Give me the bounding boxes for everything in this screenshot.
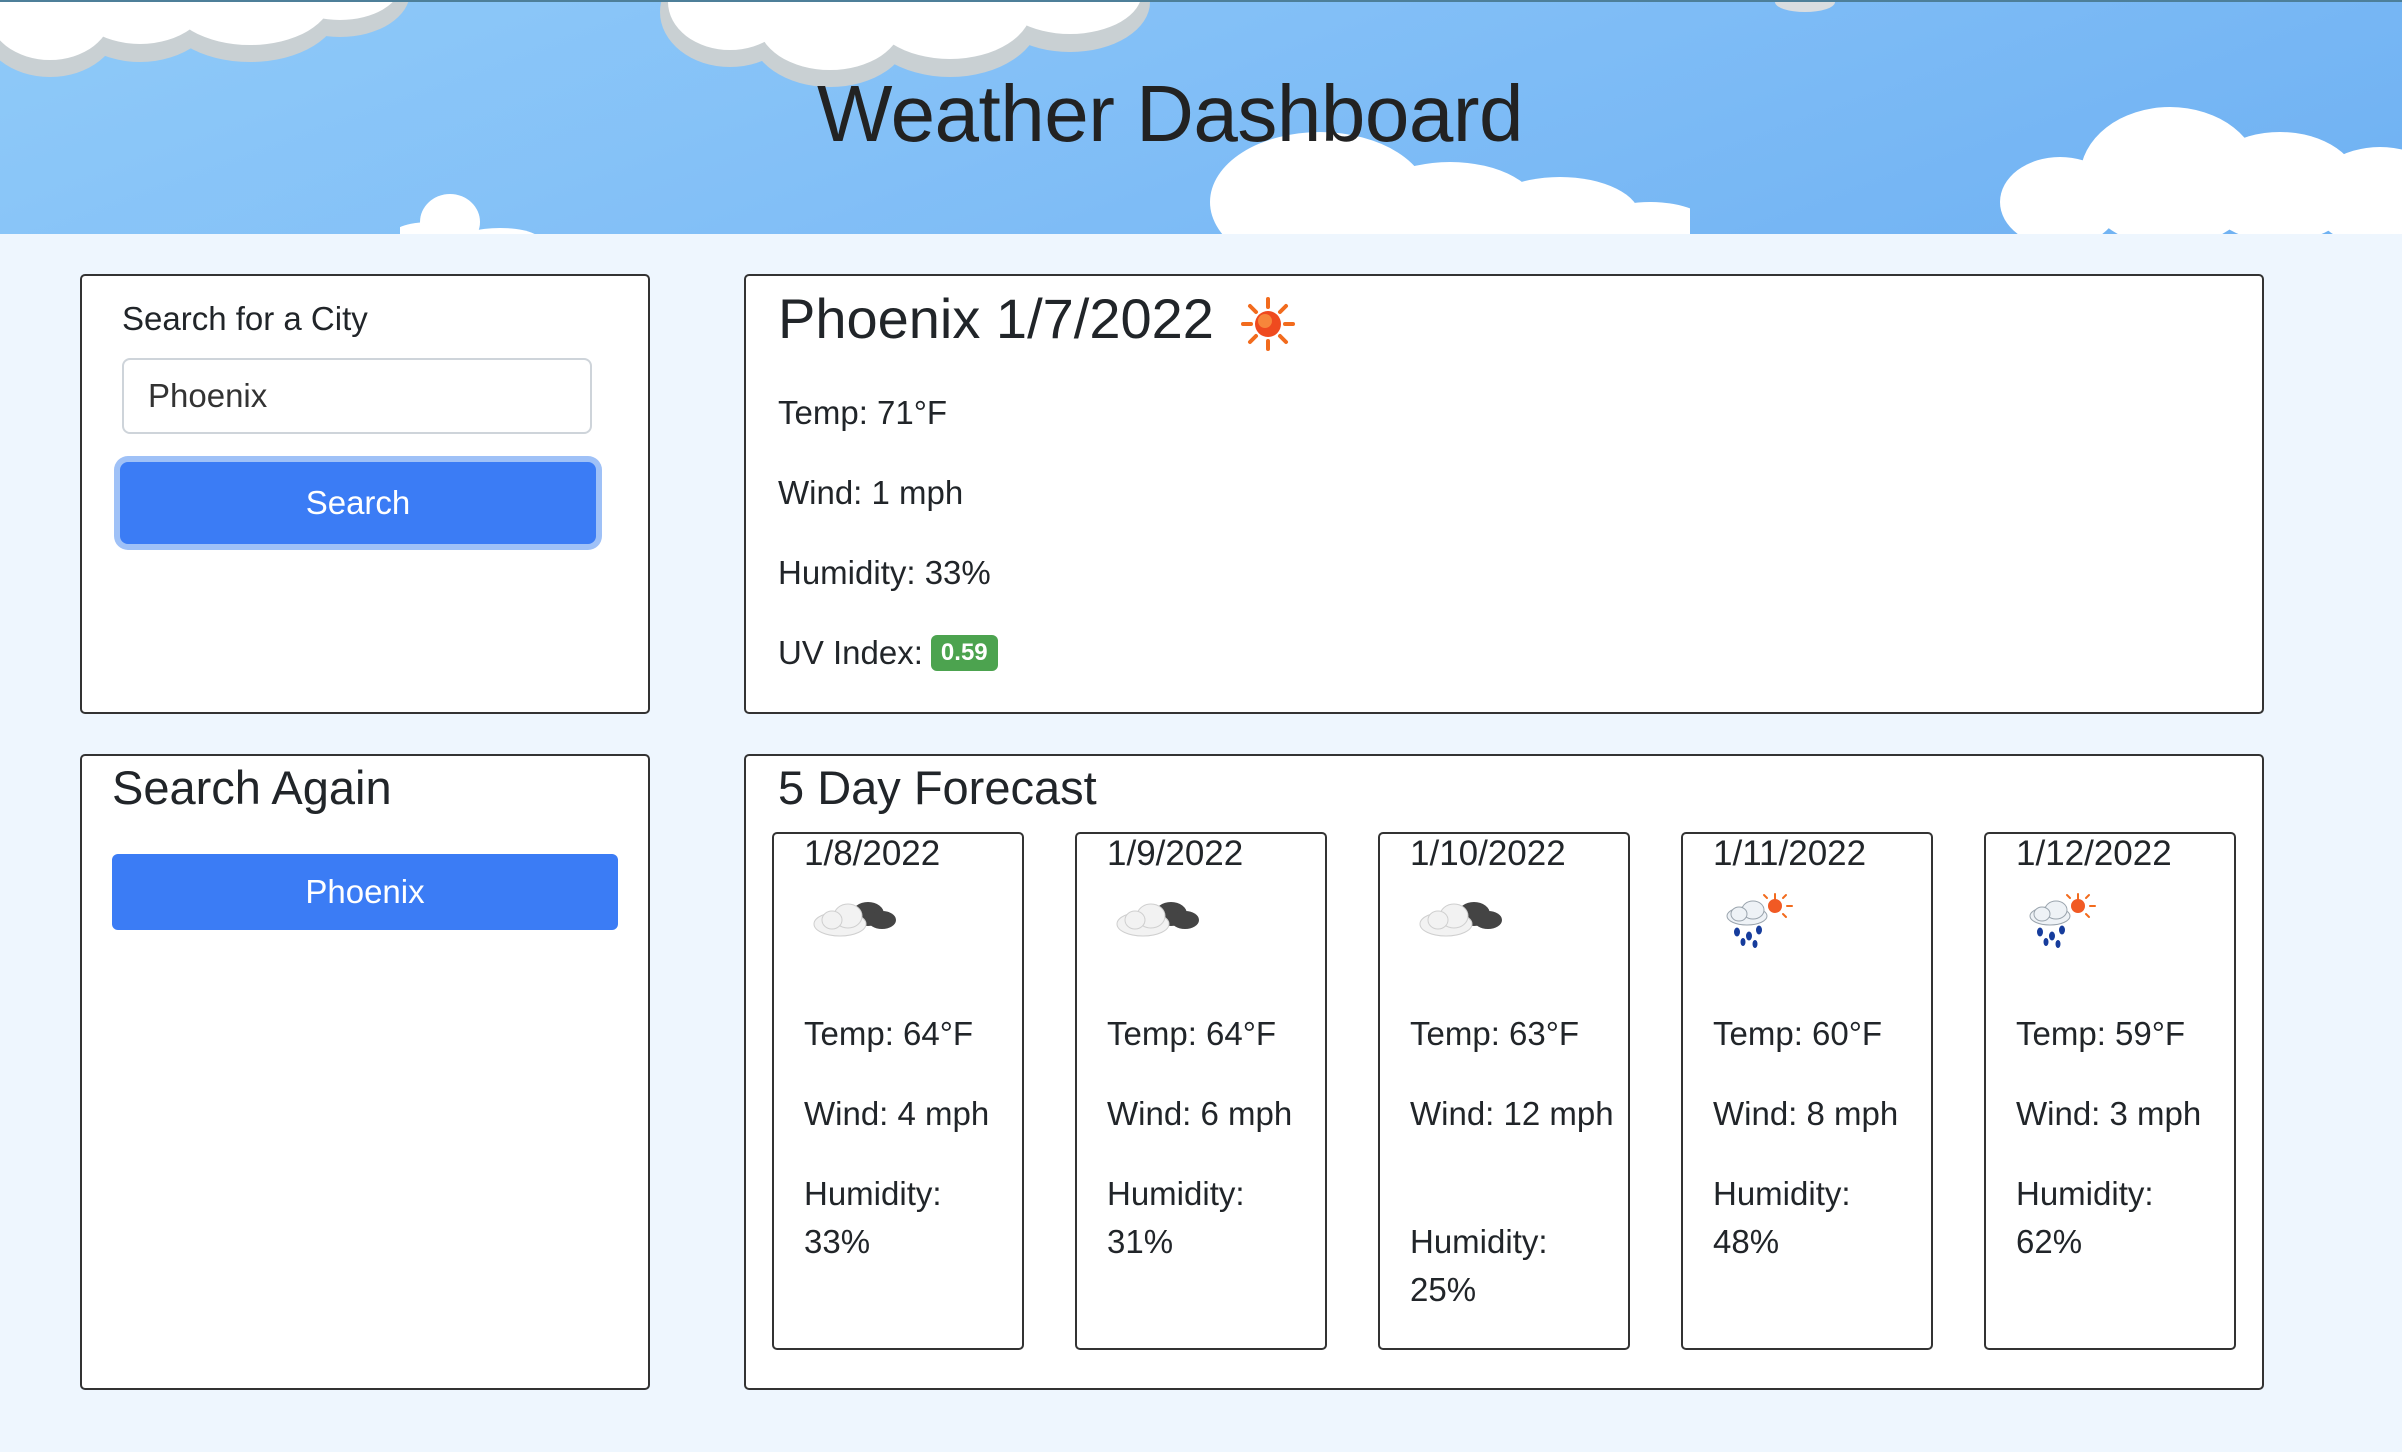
search-label: Search for a City [122,300,368,337]
forecast-humidity: Humidity: 25% [1410,1223,1548,1308]
forecast-wind: Wind: 12 mph [1410,1095,1614,1132]
forecast-wind: Wind: 8 mph [1713,1095,1899,1132]
cloudy-icon [1116,902,1199,937]
forecast-date: 1/11/2022 [1713,834,1867,873]
forecast-humidity: Humidity: 48% [1713,1175,1851,1260]
current-weather-panel: Phoenix 1/7/2022 Temp: 71°F Wind: 1 mph … [744,274,2264,714]
cloudy-icon [1419,902,1502,937]
search-history-title: Search Again [112,761,392,814]
forecast-date: 1/9/2022 [1107,834,1244,873]
header-banner: Weather Dashboard [0,0,2402,234]
forecast-wind: Wind: 6 mph [1107,1095,1293,1132]
cloud-decoration [400,194,535,234]
current-temp: Temp: 71°F [778,394,948,431]
forecast-title: 5 Day Forecast [778,761,1097,814]
uv-index-badge: 0.59 [930,635,998,672]
history-item-button[interactable]: Phoenix [112,854,618,930]
forecast-temp: Temp: 63°F [1410,1015,1580,1052]
forecast-panel: 5 Day Forecast 1/8/2022 Temp: 64°F Wind:… [744,754,2264,1390]
forecast-temp: Temp: 59°F [2016,1015,2186,1052]
forecast-temp: Temp: 64°F [1107,1015,1277,1052]
current-humidity: Humidity: 33% [778,554,991,591]
search-panel: Search for a City Search [80,274,650,714]
cloud-decoration [1775,2,1835,12]
forecast-day-card: 1/10/2022 Temp: 63°F Wind: 12 mph Humidi… [1378,832,1630,1350]
city-search-input[interactable] [122,358,592,434]
forecast-wind: Wind: 3 mph [2016,1095,2202,1132]
forecast-temp: Temp: 64°F [804,1015,974,1052]
current-city-date: Phoenix 1/7/2022 [778,287,1214,350]
forecast-humidity: Humidity: 62% [2016,1175,2154,1260]
current-uv-row: UV Index: 0.59 [778,634,998,673]
rain-sun-icon [1726,893,1793,948]
uv-index-label: UV Index: [778,634,923,671]
forecast-day-card: 1/8/2022 Temp: 64°F Wind: 4 mph Humidity… [772,832,1024,1350]
forecast-date: 1/10/2022 [1410,834,1566,873]
search-button[interactable]: Search [120,462,596,544]
forecast-humidity: Humidity: 33% [804,1175,942,1260]
forecast-date: 1/12/2022 [2016,834,2172,873]
forecast-day-card: 1/9/2022 Temp: 64°F Wind: 6 mph Humidity… [1075,832,1327,1350]
forecast-wind: Wind: 4 mph [804,1095,990,1132]
current-wind: Wind: 1 mph [778,474,964,511]
forecast-day-card: 1/12/2022 Temp: 59°F Wind: 3 mph Humidit… [1984,832,2236,1350]
forecast-temp: Temp: 60°F [1713,1015,1883,1052]
rain-sun-icon [2029,893,2096,948]
sun-icon [1241,297,1295,351]
cloudy-icon [813,902,896,937]
page-title: Weather Dashboard [817,69,1524,158]
search-history-panel: Search Again Phoenix [80,754,650,1390]
forecast-day-card: 1/11/2022 Temp: 60°F Wind: 8 mph Humidit… [1681,832,1933,1350]
forecast-date: 1/8/2022 [804,834,941,873]
forecast-humidity: Humidity: 31% [1107,1175,1245,1260]
